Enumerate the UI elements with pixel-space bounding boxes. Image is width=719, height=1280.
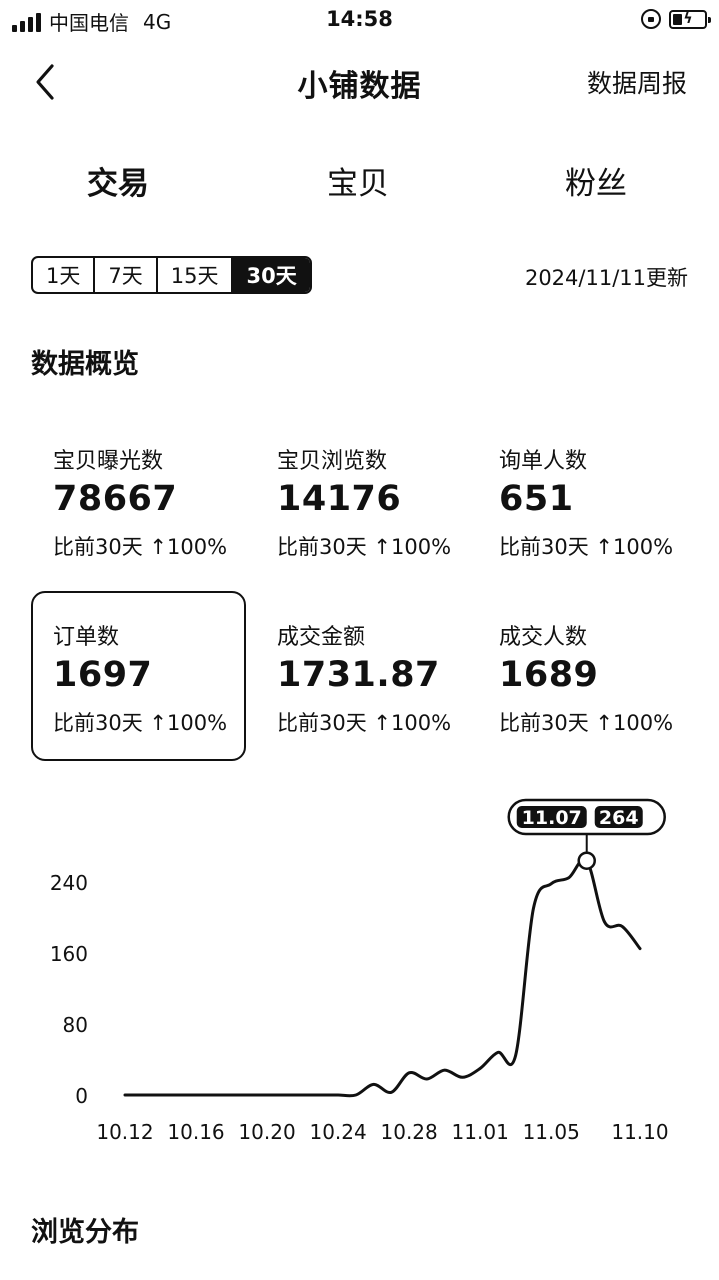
- range-15d[interactable]: 15天: [158, 258, 234, 292]
- overview-title: 数据概览: [31, 349, 139, 380]
- tab-trade[interactable]: 交易: [87, 158, 149, 203]
- top-tabs: 交易 宝贝 粉丝: [0, 158, 719, 204]
- x-tick-label: 11.05: [523, 1120, 580, 1144]
- metric-card-buyers[interactable]: 成交人数 1689 比前30天 ↑100%: [477, 591, 692, 761]
- tooltip-date: 11.07: [522, 807, 582, 829]
- metric-compare: 比前30天 ↑100%: [53, 711, 228, 735]
- tab-items[interactable]: 宝贝: [327, 158, 389, 203]
- rotation-lock-icon: [641, 9, 661, 29]
- x-tick-label: 10.16: [167, 1120, 224, 1144]
- metric-compare: 比前30天 ↑100%: [53, 535, 228, 559]
- metric-compare: 比前30天 ↑100%: [277, 711, 452, 735]
- y-tick-label: 160: [50, 942, 88, 966]
- x-tick-label: 11.01: [452, 1120, 509, 1144]
- metric-value: 651: [499, 479, 574, 519]
- metric-value: 1697: [53, 655, 153, 695]
- x-tick-label: 10.20: [238, 1120, 295, 1144]
- x-tick-label: 10.28: [381, 1120, 438, 1144]
- metric-value: 78667: [53, 479, 178, 519]
- tooltip-value: 264: [599, 807, 639, 829]
- x-tick-label: 10.12: [96, 1120, 153, 1144]
- screen: 中国电信 4G 14:58 ϟ 小铺数据 数据周报 交易 宝贝 粉丝 1天 7天…: [0, 0, 719, 1280]
- metric-label: 成交金额: [277, 625, 366, 650]
- metric-card-gmv[interactable]: 成交金额 1731.87 比前30天 ↑100%: [255, 591, 470, 761]
- metric-compare: 比前30天 ↑100%: [499, 711, 674, 735]
- battery-icon: ϟ: [669, 9, 711, 29]
- metric-value: 1689: [499, 655, 599, 695]
- trend-chart[interactable]: 0 80 160 240 10.12 10.16 10.20 10.24 10.28 11.01 1…: [0, 790, 719, 1160]
- metric-label: 询单人数: [499, 449, 588, 474]
- weekly-report-link[interactable]: 数据周报: [587, 64, 687, 100]
- metric-label: 订单数: [53, 625, 120, 650]
- trend-chart-svg: 0 80 160 240 10.12 10.16 10.20 10.24 10.28 11.01 1…: [50, 798, 669, 1144]
- update-date: 2024/11/11更新: [524, 266, 688, 290]
- metric-card-views[interactable]: 宝贝浏览数 14176 比前30天 ↑100%: [255, 415, 470, 585]
- metric-label: 成交人数: [499, 625, 588, 650]
- metric-value: 1731.87: [277, 655, 440, 695]
- status-time: 14:58: [326, 7, 393, 31]
- metric-card-orders[interactable]: 订单数 1697 比前30天 ↑100%: [31, 591, 246, 761]
- tab-fans[interactable]: 粉丝: [565, 158, 627, 203]
- y-tick-label: 240: [50, 871, 88, 895]
- nav-bar: 小铺数据 数据周报: [0, 50, 719, 110]
- range-1d[interactable]: 1天: [33, 258, 96, 292]
- x-tick-label: 10.24: [309, 1120, 366, 1144]
- series-line: [123, 857, 642, 1098]
- x-tick-label: 11.10: [611, 1120, 668, 1144]
- metric-label: 宝贝浏览数: [277, 449, 388, 474]
- highlight-point: [577, 851, 596, 870]
- metric-label: 宝贝曝光数: [53, 449, 164, 474]
- metric-compare: 比前30天 ↑100%: [277, 535, 452, 559]
- range-7d[interactable]: 7天: [95, 258, 158, 292]
- distribution-title: 浏览分布: [31, 1217, 139, 1248]
- y-tick-label: 80: [63, 1013, 88, 1037]
- metric-card-inquiries[interactable]: 询单人数 651 比前30天 ↑100%: [477, 415, 692, 585]
- range-selector: 1天 7天 15天 30天: [31, 256, 312, 294]
- range-30d[interactable]: 30天: [233, 258, 310, 292]
- metric-card-exposure[interactable]: 宝贝曝光数 78667 比前30天 ↑100%: [31, 415, 246, 585]
- metric-compare: 比前30天 ↑100%: [499, 535, 674, 559]
- status-bar: 中国电信 4G 14:58 ϟ: [0, 0, 719, 40]
- status-right: ϟ: [641, 9, 711, 29]
- metric-value: 14176: [277, 479, 402, 519]
- y-tick-label: 0: [75, 1084, 88, 1108]
